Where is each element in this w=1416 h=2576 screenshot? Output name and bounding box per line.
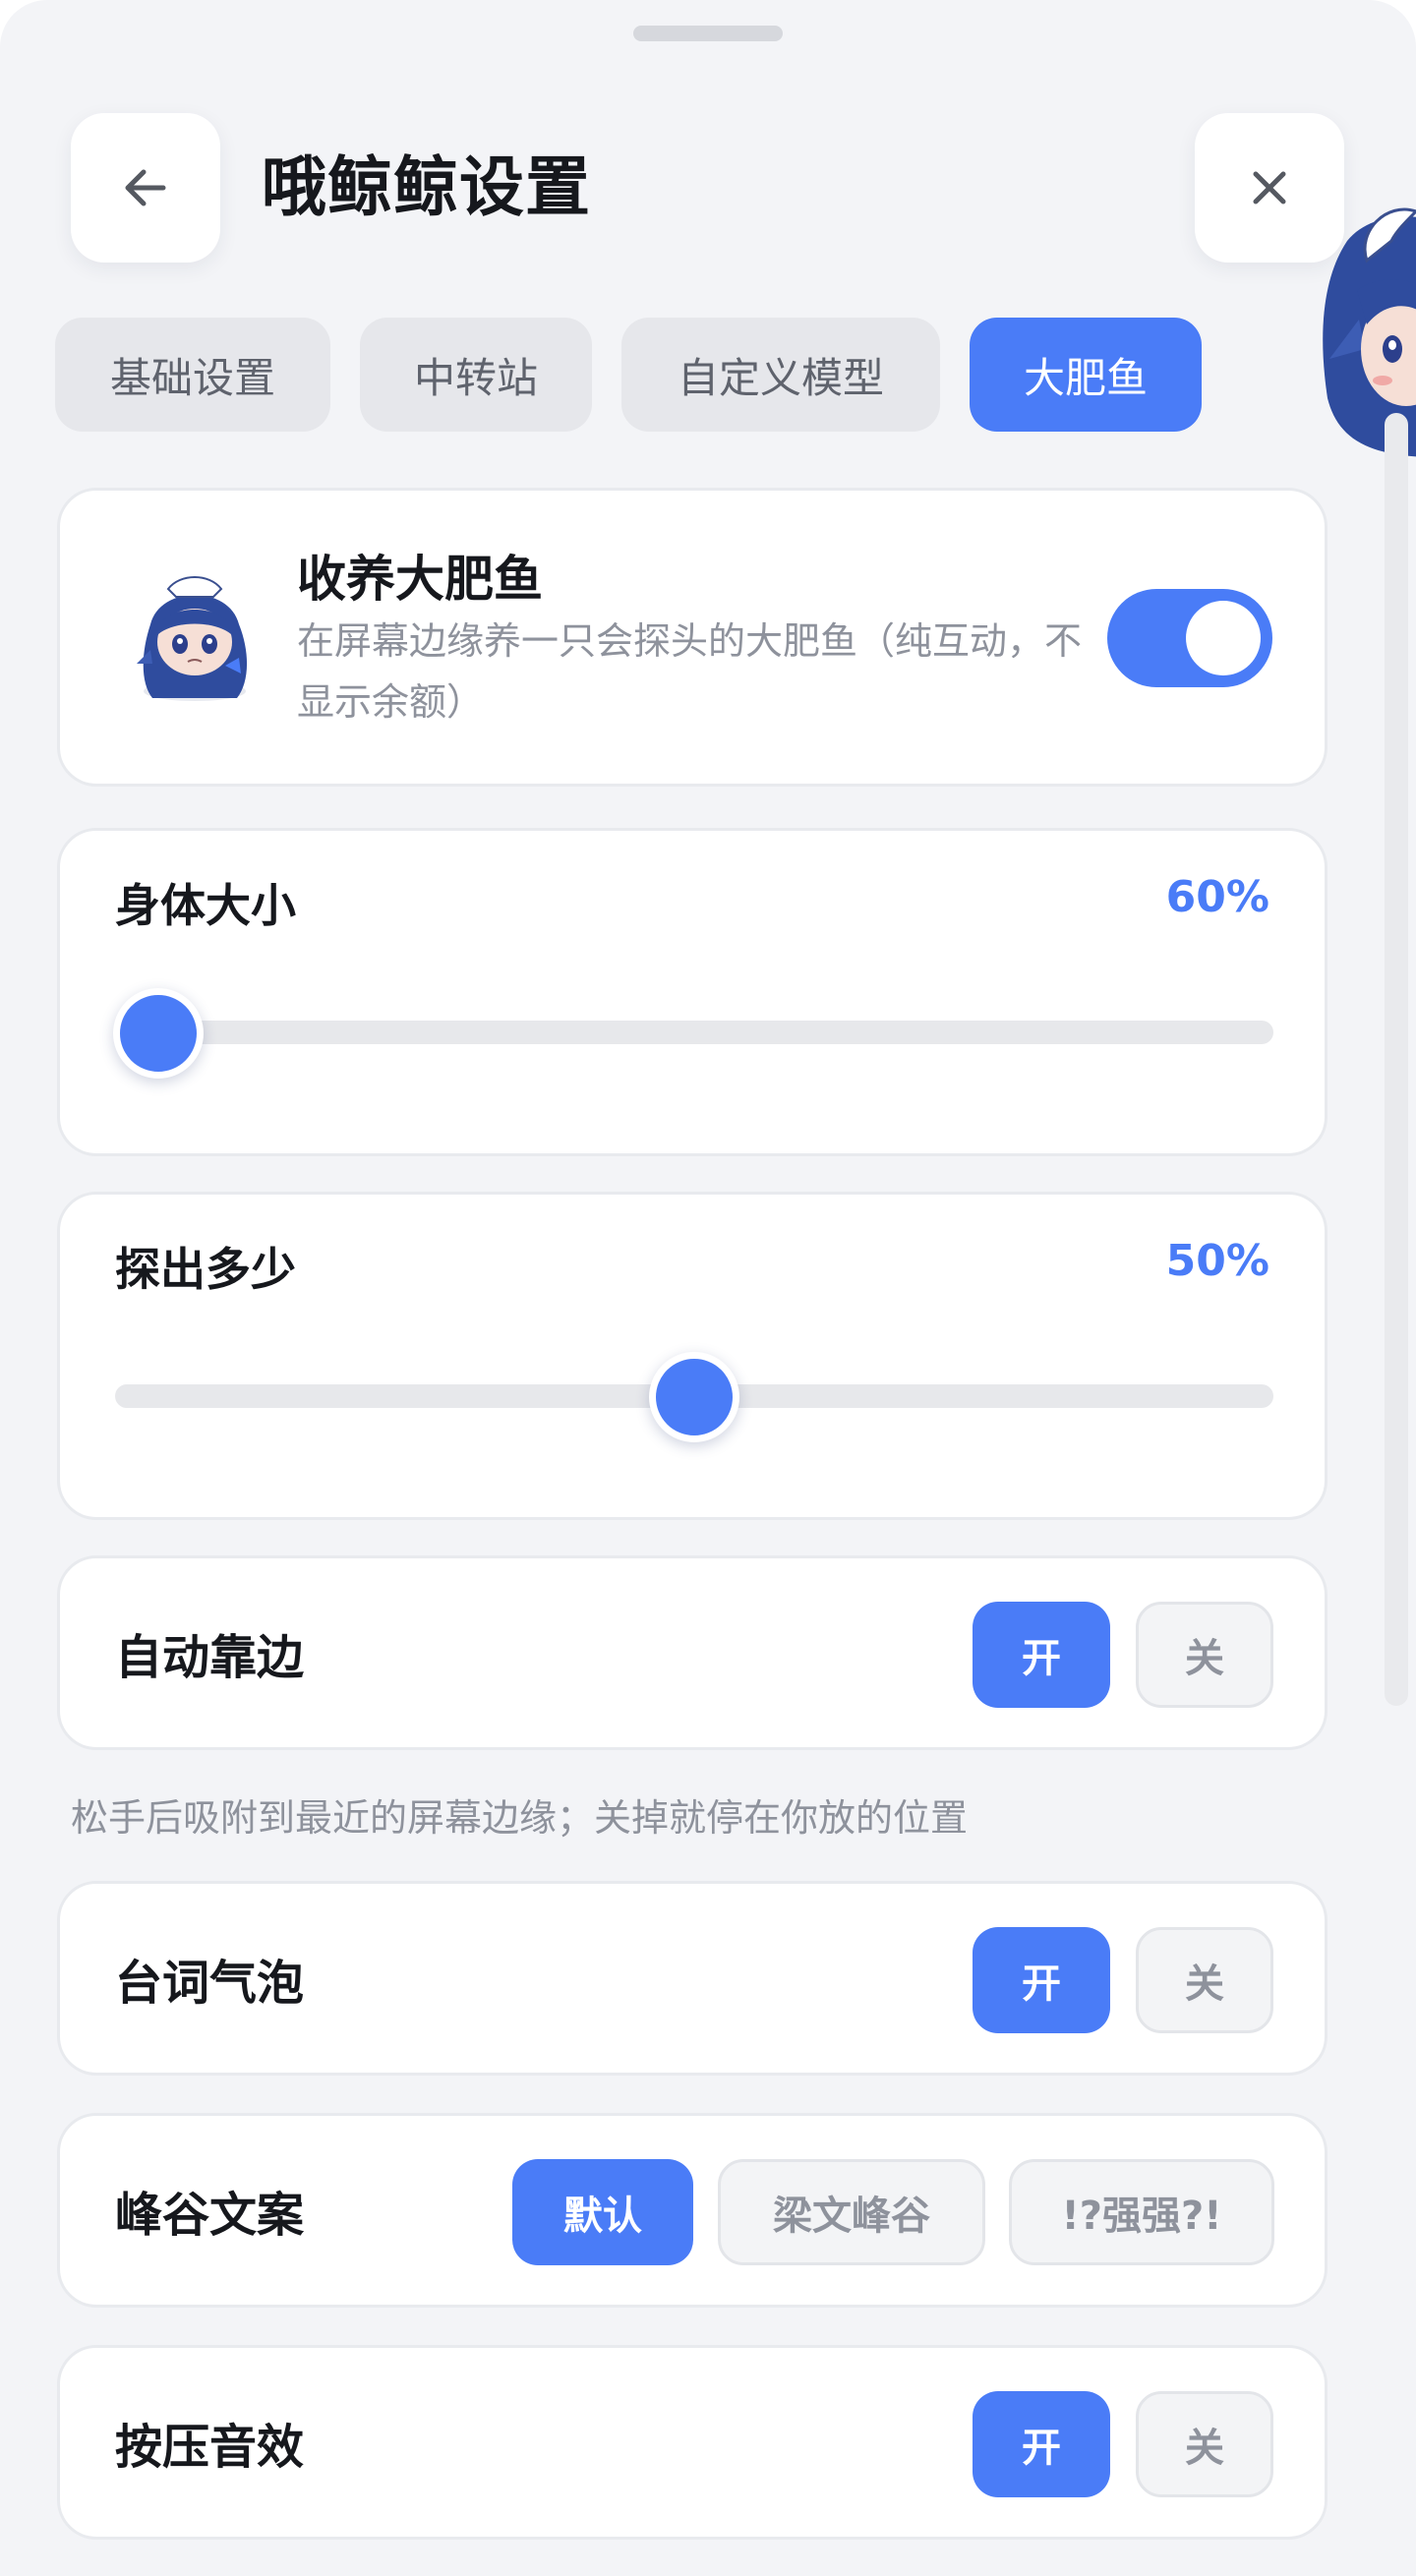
peek-amount-slider-handle[interactable] [649, 1352, 739, 1442]
adopt-fish-card: 收养大肥鱼 在屏幕边缘养一只会探头的大肥鱼（纯互动，不显示余额） [57, 488, 1328, 787]
tab-basic-settings[interactable]: 基础设置 [55, 318, 330, 432]
peek-amount-card: 探出多少 50% [57, 1192, 1328, 1520]
press-sound-on-button[interactable]: 开 [973, 2391, 1110, 2497]
copywriting-card: 峰谷文案 默认 梁文峰谷 !?强强?! [57, 2113, 1328, 2308]
auto-edge-on-button[interactable]: 开 [973, 1602, 1110, 1708]
adopt-fish-description: 在屏幕边缘养一只会探头的大肥鱼（纯互动，不显示余额） [297, 619, 1083, 724]
adopt-fish-title: 收养大肥鱼 [297, 551, 543, 608]
speech-bubble-label: 台词气泡 [115, 1956, 305, 2011]
press-sound-off-button[interactable]: 关 [1136, 2391, 1273, 2497]
settings-sheet: 哦鲸鲸设置 基础设置 中转站 自定义模型 大肥鱼 收养大肥鱼 在屏幕边缘养一只会… [0, 0, 1416, 2576]
page-title: 哦鲸鲸设置 [262, 149, 591, 225]
peek-amount-label: 探出多少 [115, 1243, 296, 1296]
auto-edge-off-button[interactable]: 关 [1136, 1602, 1273, 1708]
speech-bubble-on-button[interactable]: 开 [973, 1927, 1110, 2033]
body-size-slider-track[interactable] [115, 1021, 1273, 1044]
back-button[interactable] [71, 113, 220, 263]
press-sound-label: 按压音效 [115, 2420, 305, 2475]
scrollbar[interactable] [1385, 413, 1408, 1706]
speech-bubble-off-button[interactable]: 关 [1136, 1927, 1273, 2033]
body-size-value: 60% [1165, 872, 1269, 922]
adopt-fish-toggle[interactable] [1107, 589, 1272, 687]
press-sound-card: 按压音效 开 关 [57, 2345, 1328, 2540]
body-size-label: 身体大小 [115, 879, 296, 932]
toggle-knob [1186, 601, 1261, 675]
auto-edge-card: 自动靠边 开 关 [57, 1555, 1328, 1750]
body-size-slider-handle[interactable] [113, 988, 204, 1079]
copywriting-option-2[interactable]: 梁文峰谷 [718, 2159, 985, 2265]
auto-edge-label: 自动靠边 [115, 1630, 305, 1685]
tab-big-fat-fish[interactable]: 大肥鱼 [970, 318, 1202, 432]
copywriting-option-3[interactable]: !?强强?! [1009, 2159, 1274, 2265]
tab-bar: 基础设置 中转站 自定义模型 大肥鱼 [55, 318, 1202, 432]
copywriting-option-default[interactable]: 默认 [512, 2159, 693, 2265]
close-icon [1253, 171, 1286, 205]
fish-mascot-avatar [137, 576, 248, 701]
sheet-grabber-handle[interactable] [633, 26, 783, 41]
tab-relay-station[interactable]: 中转站 [360, 318, 592, 432]
copywriting-label: 峰谷文案 [115, 2188, 305, 2243]
peek-amount-value: 50% [1165, 1236, 1269, 1286]
auto-edge-hint: 松手后吸附到最近的屏幕边缘；关掉就停在你放的位置 [71, 1796, 969, 1840]
body-size-card: 身体大小 60% [57, 828, 1328, 1156]
speech-bubble-card: 台词气泡 开 关 [57, 1881, 1328, 2076]
tab-custom-model[interactable]: 自定义模型 [621, 318, 940, 432]
arrow-left-icon [125, 169, 166, 206]
